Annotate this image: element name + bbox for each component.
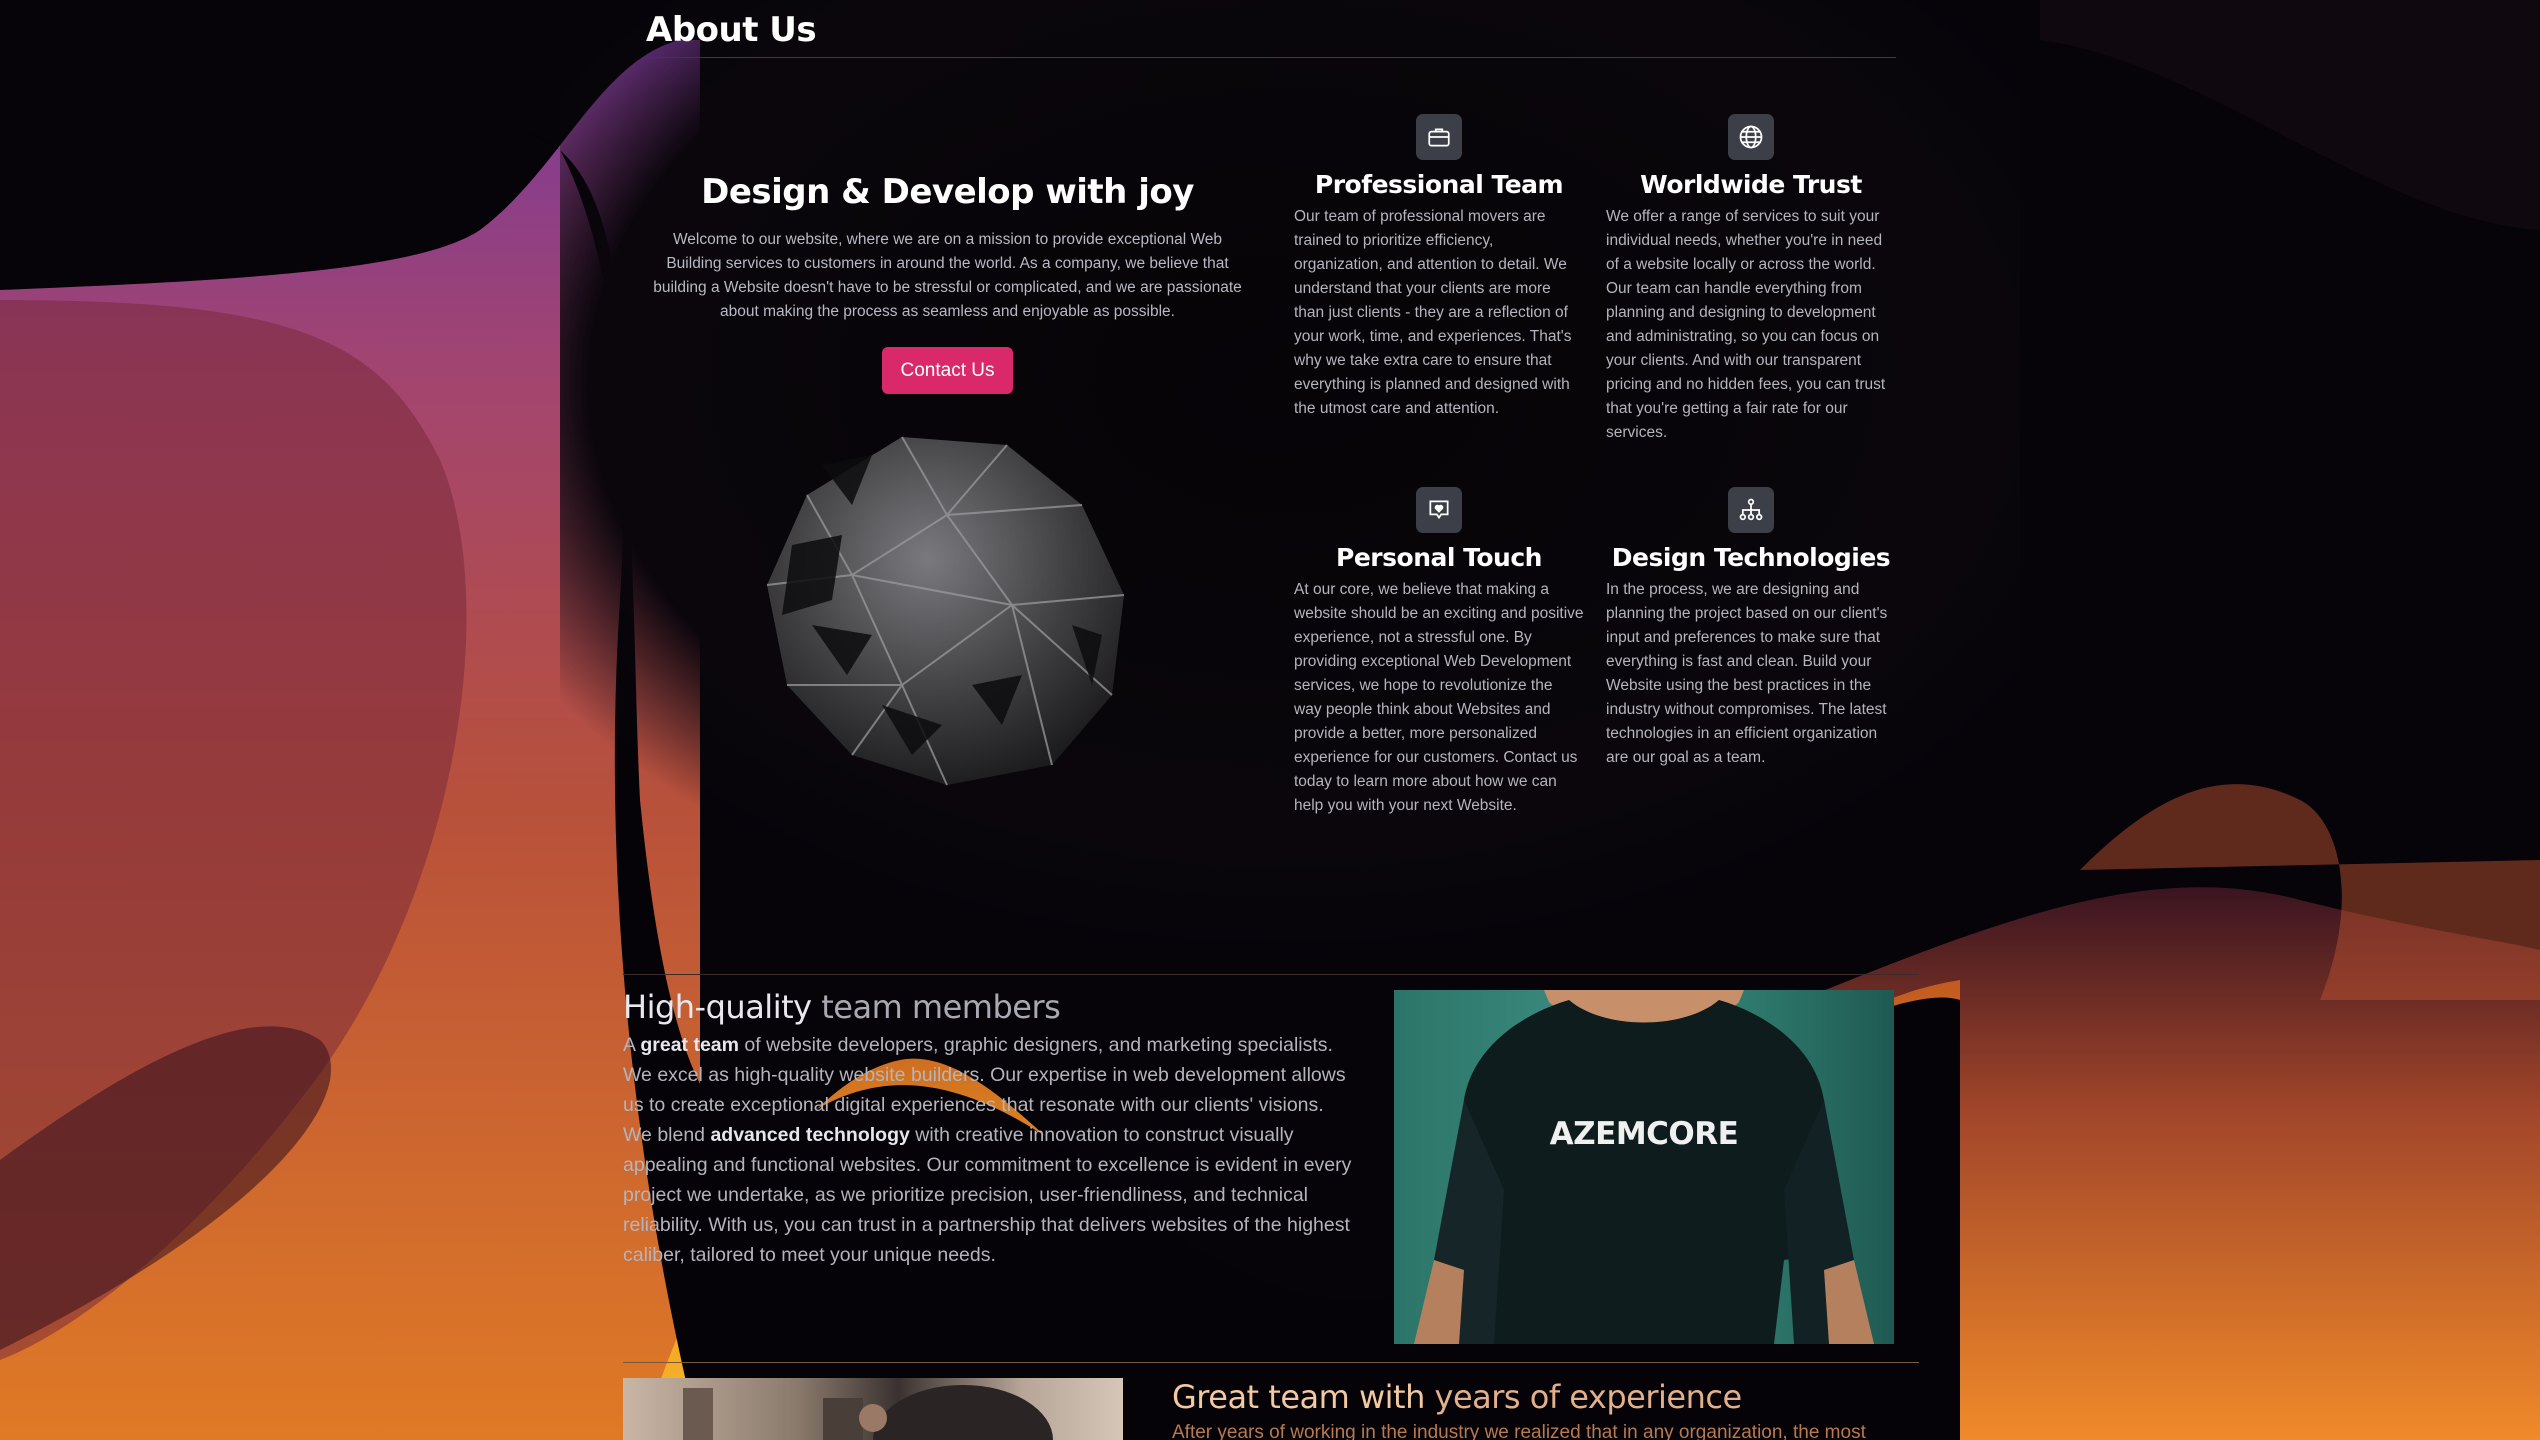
feature-title: Professional Team — [1314, 170, 1564, 199]
feature-text: We offer a range of services to suit you… — [1606, 208, 1886, 441]
about-page: About Us Design & Develop with joy Welco… — [0, 0, 2540, 1440]
team-text-bold: advanced technology — [710, 1124, 910, 1146]
experience-photo — [623, 1378, 1123, 1440]
team-title-primary: High-quality — [623, 988, 812, 1026]
team-section-title: High-quality team members — [623, 988, 1061, 1026]
globe-icon — [1728, 114, 1774, 160]
feature-title: Personal Touch — [1336, 543, 1542, 572]
experience-section-title: Great team with years of experience — [1172, 1378, 1742, 1416]
feature-text: In the process, we are designing and pla… — [1606, 581, 1888, 766]
feature-professional-team: Professional Team Our team of profession… — [1294, 114, 1584, 421]
experience-title-secondary: years of experience — [1424, 1378, 1743, 1416]
feature-worldwide-trust: Worldwide Trust We offer a range of serv… — [1606, 114, 1896, 445]
hero-heading: Design & Develop with joy — [701, 172, 1194, 212]
hero-intro-text: Welcome to our website, where we are on … — [653, 231, 1242, 320]
briefcase-icon — [1416, 114, 1462, 160]
title-divider — [646, 57, 1896, 58]
shirt-brand-text: AZEMCORE — [1549, 1116, 1739, 1152]
team-title-secondary: team members — [811, 988, 1061, 1026]
team-text-part: A — [623, 1034, 641, 1056]
team-member-photo: AZEMCORE — [1394, 990, 1894, 1344]
section-divider — [623, 1362, 1919, 1363]
team-text-bold: great team — [640, 1034, 739, 1056]
low-poly-sphere-graphic — [766, 436, 1125, 786]
heart-message-icon — [1416, 487, 1462, 533]
experience-title-primary: Great team with — [1172, 1378, 1425, 1416]
contact-us-button[interactable]: Contact Us — [882, 347, 1013, 394]
feature-text: Our team of professional movers are trai… — [1294, 208, 1572, 417]
feature-personal-touch: Personal Touch At our core, we believe t… — [1294, 487, 1584, 818]
experience-section-text: After years of working in the industry w… — [1172, 1422, 1866, 1440]
feature-title: Worldwide Trust — [1640, 170, 1862, 199]
section-divider — [623, 974, 1919, 975]
feature-title: Design Technologies — [1611, 543, 1891, 572]
team-section-text: A great team of website developers, grap… — [623, 1030, 1353, 1270]
sitemap-icon — [1728, 487, 1774, 533]
feature-design-technologies: Design Technologies In the process, we a… — [1606, 487, 1896, 770]
section-title: About Us — [646, 10, 817, 50]
feature-text: At our core, we believe that making a we… — [1294, 581, 1584, 814]
